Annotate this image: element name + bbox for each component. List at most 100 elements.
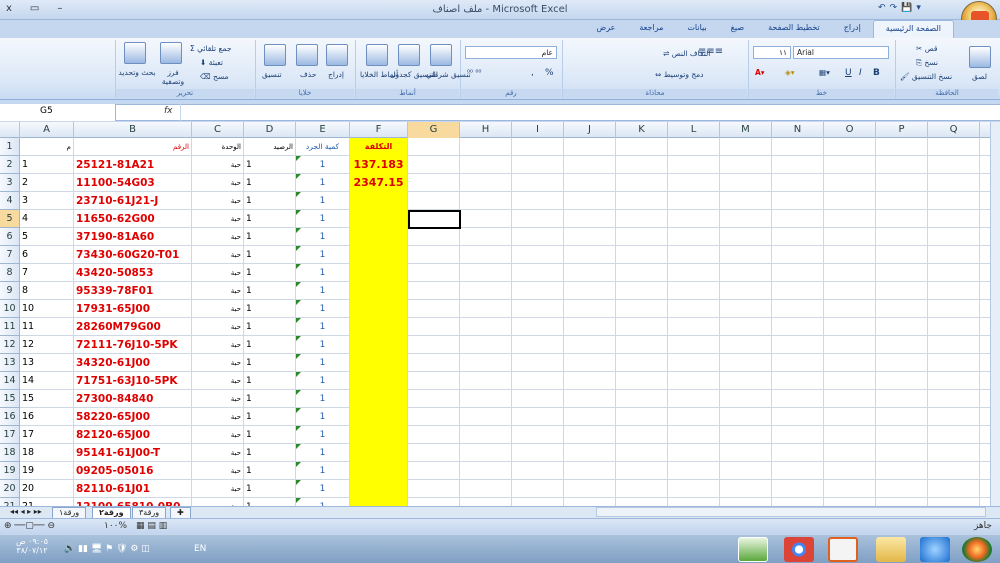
copy-button[interactable]: ⎘ نسخ [916, 58, 938, 68]
cell-empty[interactable] [824, 408, 876, 426]
cell-empty[interactable] [772, 246, 824, 264]
cell-part-number[interactable]: 95339-78F01 [74, 282, 192, 300]
cell-unit[interactable]: حبة [192, 156, 244, 174]
cell-balance[interactable]: 1 [244, 210, 296, 228]
select-all-corner[interactable] [0, 122, 20, 138]
cell-empty[interactable] [772, 336, 824, 354]
cell-empty[interactable] [824, 264, 876, 282]
cell-empty[interactable] [564, 246, 616, 264]
cell-empty[interactable] [876, 390, 928, 408]
cell-empty[interactable] [616, 246, 668, 264]
cell-empty[interactable] [772, 354, 824, 372]
selected-cell-g5[interactable] [408, 210, 461, 229]
cell-empty[interactable] [512, 426, 564, 444]
cell-count[interactable]: 1 [296, 354, 350, 372]
row-header[interactable]: 7 [0, 246, 20, 264]
cell-empty[interactable] [668, 246, 720, 264]
cell-balance[interactable]: 1 [244, 480, 296, 498]
cell-empty[interactable] [720, 426, 772, 444]
cell-empty[interactable] [616, 462, 668, 480]
cell-balance[interactable]: 1 [244, 426, 296, 444]
sort-filter-button[interactable]: فرز وتصفية [156, 68, 190, 86]
cell-balance[interactable]: 1 [244, 264, 296, 282]
column-header-e[interactable]: E [296, 122, 350, 138]
cell-part-number[interactable]: 73430-60G20-T01 [74, 246, 192, 264]
cell-balance[interactable]: 1 [244, 336, 296, 354]
cell-count[interactable]: 1 [296, 300, 350, 318]
font-color-icon[interactable]: A▾ [755, 68, 765, 77]
cell-empty[interactable] [512, 156, 564, 174]
name-box[interactable]: G5 [0, 104, 116, 121]
cell-cost[interactable] [350, 462, 408, 480]
cell-empty[interactable] [928, 372, 980, 390]
cell-empty[interactable] [772, 192, 824, 210]
delete-button[interactable]: حذف [300, 70, 316, 79]
column-header-n[interactable]: N [772, 122, 824, 138]
cell-unit[interactable]: حبة [192, 498, 244, 506]
cell-cost[interactable] [350, 192, 408, 210]
cell-empty[interactable] [616, 426, 668, 444]
cell-part-number[interactable]: 25121-81A21 [74, 156, 192, 174]
cell-empty[interactable] [876, 444, 928, 462]
column-header-p[interactable]: P [876, 122, 928, 138]
comma-button[interactable]: , [531, 68, 534, 78]
cell-empty[interactable] [512, 174, 564, 192]
cell-part-number[interactable]: 95141-61J00-T [74, 444, 192, 462]
cell-part-number[interactable]: 17931-65J00 [74, 300, 192, 318]
cell-balance[interactable]: 1 [244, 408, 296, 426]
header-cell-b[interactable]: الرقم [74, 138, 192, 156]
cell-empty[interactable] [720, 210, 772, 228]
table-format-icon[interactable] [398, 44, 420, 66]
cell-index[interactable]: 5 [20, 228, 74, 246]
cell-empty[interactable] [460, 372, 512, 390]
column-header-m[interactable]: M [720, 122, 772, 138]
cell-empty[interactable] [928, 210, 980, 228]
cell-part-number[interactable]: 58220-65J00 [74, 408, 192, 426]
cell-part-number[interactable]: 37190-81A60 [74, 228, 192, 246]
cell-balance[interactable]: 1 [244, 444, 296, 462]
row-header[interactable]: 16 [0, 408, 20, 426]
cell-empty[interactable] [876, 264, 928, 282]
cell-empty[interactable] [720, 228, 772, 246]
cell-empty[interactable] [772, 174, 824, 192]
row-header[interactable]: 12 [0, 336, 20, 354]
cell-count[interactable]: 1 [296, 444, 350, 462]
cell-empty[interactable] [720, 282, 772, 300]
cell-empty[interactable] [408, 318, 460, 336]
cell-empty[interactable] [720, 372, 772, 390]
cell-index[interactable]: 11 [20, 318, 74, 336]
cell-cost[interactable] [350, 372, 408, 390]
cell-empty[interactable] [928, 390, 980, 408]
cell-part-number[interactable]: 71751-63J10-5PK [74, 372, 192, 390]
cell-empty[interactable] [928, 264, 980, 282]
cell-empty[interactable] [408, 300, 460, 318]
column-header-g[interactable]: G [408, 122, 460, 138]
cell-count[interactable]: 1 [296, 282, 350, 300]
cell-empty[interactable] [668, 498, 720, 506]
cell-empty[interactable] [772, 138, 824, 156]
cell-empty[interactable] [564, 282, 616, 300]
cell-balance[interactable]: 1 [244, 498, 296, 506]
cell-empty[interactable] [720, 444, 772, 462]
fill-color-icon[interactable]: ◈▾ [785, 68, 795, 77]
cell-empty[interactable] [616, 174, 668, 192]
cell-empty[interactable] [408, 336, 460, 354]
cell-part-number[interactable]: 12100-65810-0B0 [74, 498, 192, 506]
cell-empty[interactable] [512, 462, 564, 480]
row-header[interactable]: 14 [0, 372, 20, 390]
cell-empty[interactable] [824, 372, 876, 390]
cell-index[interactable]: 16 [20, 408, 74, 426]
cut-button[interactable]: ✂ قص [916, 44, 937, 53]
cell-empty[interactable] [720, 264, 772, 282]
cell-empty[interactable] [876, 498, 928, 506]
cell-empty[interactable] [668, 282, 720, 300]
cell-empty[interactable] [772, 426, 824, 444]
cell-empty[interactable] [928, 282, 980, 300]
cell-empty[interactable] [460, 300, 512, 318]
cell-empty[interactable] [460, 282, 512, 300]
cell-unit[interactable]: حبة [192, 192, 244, 210]
cell-cost[interactable] [350, 408, 408, 426]
cell-empty[interactable] [408, 174, 460, 192]
cell-count[interactable]: 1 [296, 264, 350, 282]
clock[interactable]: ٠٩:٠٥ ص ٣٨/٠٧/١٢ [12, 537, 52, 555]
